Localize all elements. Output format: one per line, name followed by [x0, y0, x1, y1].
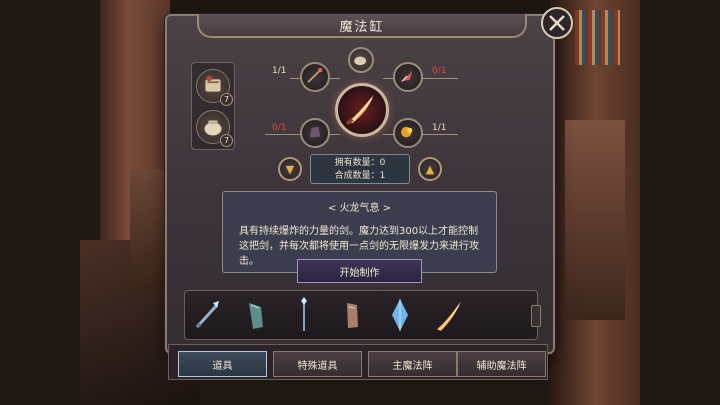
- tab-main-circle[interactable]: 主魔法阵: [368, 351, 457, 377]
- right-shadow: [640, 0, 720, 405]
- ratio-top-right: 0/1: [432, 66, 447, 76]
- recipe-item[interactable]: [287, 295, 321, 335]
- description-line: 这把剑，并每次都将使用一点剑的无限爆发力来进行攻: [239, 241, 479, 252]
- recipe-list: [184, 290, 538, 340]
- wand-icon: [307, 67, 323, 83]
- ingredient-list: 7 7: [191, 62, 235, 150]
- close-button[interactable]: [541, 7, 573, 39]
- red-feather-icon: [401, 70, 413, 82]
- right-ledge: [565, 120, 625, 320]
- ingredient-count: 7: [220, 134, 233, 147]
- quantity-info: 拥有数量：0 合成数量：1: [310, 154, 410, 184]
- chevron-up-icon: ▲: [425, 162, 435, 176]
- close-icon: [549, 15, 565, 31]
- craft-count: 合成数量：1: [334, 171, 386, 181]
- item-name: < 火龙气息 >: [327, 203, 392, 214]
- material-slot-top-right[interactable]: [393, 62, 423, 92]
- ingredient-count: 7: [220, 93, 233, 106]
- fire-sword-icon: [437, 301, 461, 331]
- dark-stone-icon: [309, 126, 321, 138]
- fire-sword-icon: [345, 94, 374, 126]
- description-line: 具有持续爆炸的力量的剑。魔力达到300以上才能控制: [239, 226, 479, 237]
- recipe-item[interactable]: [335, 295, 369, 335]
- result-slot[interactable]: [335, 83, 389, 137]
- ingredient-slot-1[interactable]: 7: [196, 69, 233, 106]
- blue-crystal-icon: [392, 299, 408, 331]
- decrease-quantity-button[interactable]: ▼: [278, 157, 302, 181]
- material-slot-bottom-right[interactable]: [393, 118, 423, 148]
- tab-items[interactable]: 道具: [178, 351, 267, 377]
- material-slot-top[interactable]: [348, 47, 374, 73]
- increase-quantity-button[interactable]: ▲: [418, 157, 442, 181]
- scroll-handle[interactable]: [531, 305, 541, 327]
- leather-glove-icon: [347, 303, 358, 328]
- ratio-top-left: 1/1: [272, 66, 287, 76]
- material-slot-bottom-left[interactable]: [300, 118, 330, 148]
- ingredient-slot-2[interactable]: 7: [196, 110, 233, 147]
- recipe-item[interactable]: [239, 295, 273, 335]
- panel-title: 魔法缸: [197, 14, 527, 38]
- tab-special-items[interactable]: 特殊道具: [273, 351, 362, 377]
- pouch-icon: [354, 56, 367, 66]
- gold-ore-icon: [401, 126, 413, 138]
- ratio-bottom-right: 1/1: [432, 123, 447, 133]
- tab-support-circle[interactable]: 辅助魔法阵: [457, 351, 546, 377]
- ice-staff-icon: [301, 297, 307, 331]
- bookshelf: [575, 10, 620, 65]
- recipe-item[interactable]: [383, 295, 417, 335]
- jade-gauntlet-icon: [249, 303, 263, 329]
- chevron-down-icon: ▼: [285, 162, 295, 176]
- recipe-item[interactable]: [191, 295, 225, 335]
- frost-dagger-icon: [195, 301, 219, 329]
- start-crafting-button[interactable]: 开始制作: [297, 259, 422, 283]
- owned-count: 拥有数量：0: [334, 158, 386, 168]
- material-slot-top-left[interactable]: [300, 62, 330, 92]
- recipe-item[interactable]: [431, 295, 465, 335]
- ratio-bottom-left: 0/1: [272, 123, 287, 133]
